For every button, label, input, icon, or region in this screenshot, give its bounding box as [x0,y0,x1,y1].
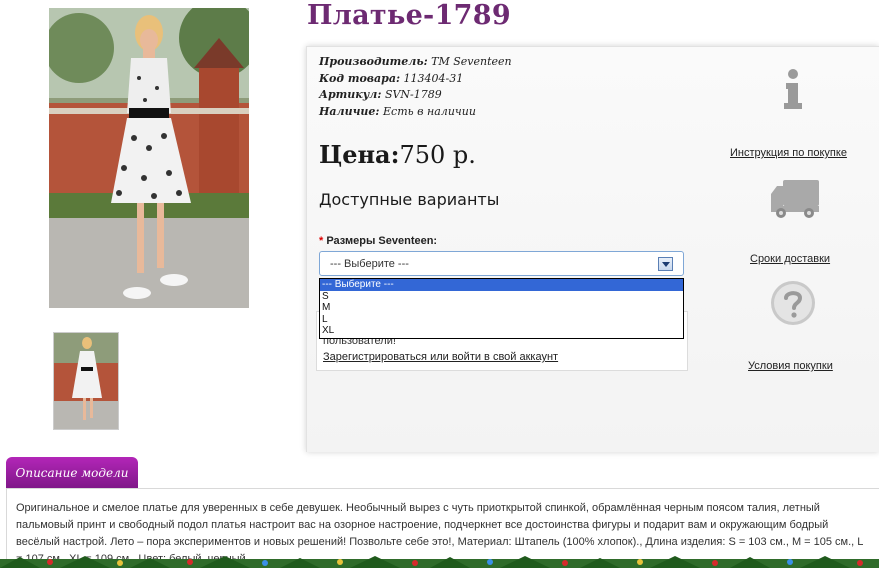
meta-product-code: Код товара: 113404-31 [319,71,464,85]
size-select[interactable]: --- Выберите --- [319,251,684,276]
info-icon[interactable] [782,68,804,110]
size-option-placeholder[interactable]: --- Выберите --- [320,279,683,291]
page-title: Платье-1789 [307,0,511,31]
meta-availability: Наличие: Есть в наличии [319,104,476,118]
conditions-link[interactable]: Условия покупки [748,360,833,372]
size-option-s[interactable]: S [320,291,683,303]
side-item-instruction: Инструкция по покупке [730,141,847,160]
register-login-link[interactable]: Зарегистрироваться или войти в свой акка… [323,351,558,363]
product-photo-image [49,8,249,308]
size-select-value: --- Выберите --- [330,258,409,270]
garland-decoration [0,556,879,568]
product-thumbnail-image [54,333,118,429]
side-item-conditions: Условия покупки [748,354,833,373]
size-label: * Размеры Seventeen: [319,235,438,247]
meta-article: Артикул: SVN-1789 [319,88,442,101]
chevron-down-icon[interactable] [658,257,673,271]
size-option-xl[interactable]: XL [320,325,683,337]
question-icon[interactable] [770,280,816,326]
variants-heading: Доступные варианты [319,190,500,209]
product-main-photo[interactable] [49,8,249,308]
size-option-l[interactable]: L [320,314,683,326]
size-option-m[interactable]: M [320,302,683,314]
product-price: Цена:750 р. [319,140,476,169]
truck-icon[interactable] [769,178,821,220]
tab-description[interactable]: Описание модели [6,457,138,489]
delivery-link[interactable]: Сроки доставки [750,253,830,265]
size-dropdown-list[interactable]: --- Выберите --- S M L XL [319,278,684,339]
product-meta: Производитель: TM Seventeen Код товара: … [319,54,512,120]
side-item-delivery: Сроки доставки [750,247,830,266]
required-mark: * [319,235,324,247]
meta-manufacturer: Производитель: TM Seventeen [319,55,512,68]
instruction-link[interactable]: Инструкция по покупке [730,147,847,159]
product-thumbnail[interactable] [53,332,119,430]
